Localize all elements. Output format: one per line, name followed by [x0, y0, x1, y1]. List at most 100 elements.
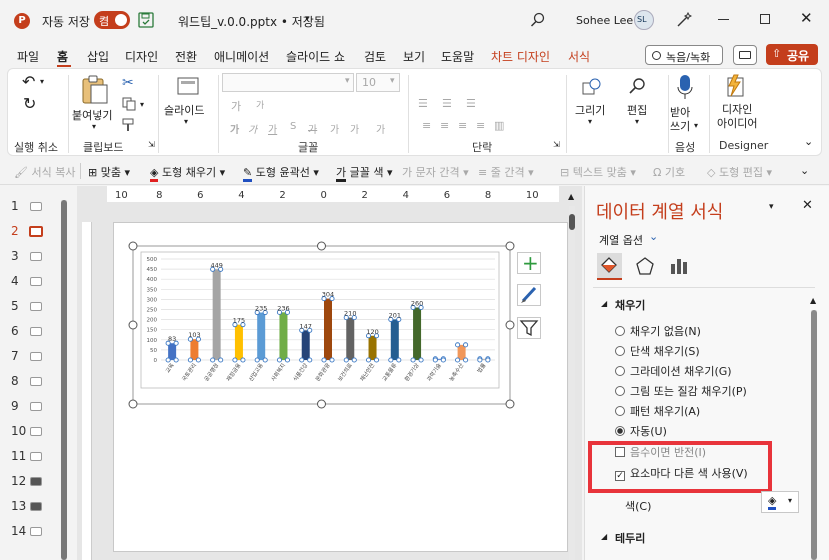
file-name[interactable]: 워드팁_v.0.0.pptx • 저장됨 [178, 13, 325, 30]
fill-option[interactable]: 패턴 채우기(A) [615, 403, 700, 419]
tab-home[interactable]: 홈 [57, 48, 68, 65]
comments-button[interactable] [733, 45, 757, 65]
color-picker-button[interactable]: ◈ ▾ [761, 491, 799, 513]
tab-design[interactable]: 디자인 [125, 48, 158, 65]
tab-review[interactable]: 검토 [364, 48, 386, 65]
bullets-icon[interactable]: ☰ [418, 97, 428, 110]
bar[interactable] [390, 319, 399, 360]
designer-label[interactable]: 디자인 아이디어 [717, 103, 757, 131]
bar-selection-handle[interactable] [432, 357, 438, 363]
text-align-button[interactable]: ⊟ 텍스트 맞춤 ▾ [560, 164, 636, 180]
chart-resize-handle[interactable] [128, 320, 138, 330]
align-left-icon[interactable]: ≡ [422, 119, 431, 132]
underline-icon[interactable]: 가 [268, 121, 277, 136]
undo-dropdown-icon[interactable]: ▾ [40, 77, 44, 86]
shape-fill-button[interactable]: ◈ 도형 채우기 ▾ [150, 164, 225, 182]
workspace-scrollbar-track[interactable] [569, 206, 575, 560]
tab-animations[interactable]: 애니메이션 [214, 48, 269, 65]
slide-number[interactable]: 13 [11, 499, 26, 513]
slide-thumbnail[interactable] [30, 402, 42, 411]
bar-selection-handle[interactable] [343, 357, 349, 363]
undo-icon[interactable]: ↶ [22, 72, 35, 91]
redo-icon[interactable]: ↻ [23, 94, 36, 113]
bar-selection-handle[interactable] [240, 357, 246, 363]
justify-icon[interactable]: ≡ [476, 119, 485, 132]
decrease-font-icon[interactable]: 가 [256, 98, 264, 111]
slide-number[interactable]: 10 [11, 424, 26, 438]
copy-icon[interactable] [122, 97, 136, 111]
slide-thumbnail[interactable] [30, 352, 42, 361]
chart-resize-handle[interactable] [317, 399, 326, 409]
align-button[interactable]: ⊞ 맞춤 ▾ [88, 164, 130, 180]
toolbar-overflow-icon[interactable]: ⌄ [800, 164, 809, 177]
copy-dropdown-icon[interactable]: ▾ [140, 100, 144, 109]
slide-number[interactable]: 11 [11, 449, 26, 463]
chart-resize-handle[interactable] [317, 241, 326, 251]
fill-radio[interactable] [615, 326, 625, 336]
slide-number[interactable]: 14 [11, 524, 26, 538]
slide-thumbnail[interactable] [30, 202, 42, 211]
slide-number[interactable]: 9 [11, 399, 19, 413]
cut-icon[interactable]: ✂ [122, 75, 134, 91]
align-right-icon[interactable]: ≡ [458, 119, 467, 132]
tab-insert[interactable]: 삽입 [87, 48, 109, 65]
font-size-dropdown-icon[interactable]: ▾ [390, 76, 395, 86]
slide-number[interactable]: 2 [11, 224, 19, 238]
edit-search-icon[interactable] [628, 77, 646, 95]
save-icon[interactable] [138, 12, 154, 28]
fill-section-label[interactable]: 채우기 [615, 297, 645, 313]
tab-transitions[interactable]: 전환 [175, 48, 197, 65]
numbering-icon[interactable]: ☰ [442, 97, 452, 110]
pane-options-dropdown-icon[interactable]: ▾ [769, 202, 774, 212]
drawing-dropdown-icon[interactable]: ▾ [588, 117, 592, 126]
chart-resize-handle[interactable] [505, 399, 515, 409]
fill-section-collapse-icon[interactable]: ◢ [601, 299, 607, 308]
series-options-chart-icon[interactable] [669, 256, 689, 276]
drawing-label[interactable]: 그리기 [575, 102, 605, 118]
bar-selection-handle[interactable] [254, 357, 260, 363]
bar-selection-handle[interactable] [299, 357, 305, 363]
chart-styles-button[interactable] [517, 284, 541, 306]
font-color-icon[interactable]: 가 [330, 121, 339, 136]
chart-resize-handle[interactable] [505, 320, 515, 330]
bar[interactable] [234, 324, 243, 360]
bar[interactable] [324, 298, 332, 360]
fill-option[interactable]: 단색 채우기(S) [615, 343, 700, 359]
chart-resize-handle[interactable] [128, 241, 138, 251]
slide-number[interactable]: 3 [11, 249, 19, 263]
slide-thumbnail[interactable] [30, 427, 42, 436]
strikethrough-icon[interactable]: 가 [308, 121, 317, 136]
slide-thumbnail[interactable] [30, 327, 42, 336]
collapse-ribbon-icon[interactable]: ⌄ [804, 135, 813, 148]
tab-help[interactable]: 도움말 [441, 48, 474, 65]
bar-selection-handle[interactable] [321, 357, 327, 363]
bar-selection-handle[interactable] [455, 342, 461, 348]
bar[interactable] [190, 339, 199, 360]
slide-number[interactable]: 12 [11, 474, 26, 488]
slide-number[interactable]: 1 [11, 199, 19, 213]
bar-selection-handle[interactable] [262, 357, 268, 363]
increase-font-icon[interactable]: 가 [231, 98, 241, 114]
bar[interactable] [346, 317, 355, 360]
chart-object[interactable]: 0 50 100 150 200 250 300 350 400 450 500 83 교육 103 국토관… [127, 240, 516, 410]
dictate-label[interactable]: 받아 쓰기 [670, 106, 690, 134]
shape-edit-button[interactable]: ◇ 도형 편집 ▾ [707, 164, 772, 180]
maximize-button[interactable] [760, 14, 770, 24]
tab-view[interactable]: 보기 [403, 48, 425, 65]
bar-selection-handle[interactable] [477, 357, 483, 363]
slide-number[interactable]: 8 [11, 374, 19, 388]
fill-option[interactable]: 채우기 없음(N) [615, 323, 701, 339]
slide-number[interactable]: 5 [11, 299, 19, 313]
slide-number[interactable]: 7 [11, 349, 19, 363]
slide-thumbnail[interactable] [29, 226, 43, 237]
bar-selection-handle[interactable] [173, 357, 179, 363]
edit-label[interactable]: 편집 [627, 102, 647, 118]
thumb-scrollbar-thumb[interactable] [61, 200, 67, 560]
bar-selection-handle[interactable] [307, 357, 313, 363]
bar[interactable] [279, 312, 288, 360]
font-name-input[interactable] [222, 73, 354, 92]
bar[interactable] [301, 330, 310, 360]
bar-selection-handle[interactable] [232, 357, 238, 363]
search-icon[interactable] [530, 12, 545, 27]
bar-selection-handle[interactable] [165, 357, 171, 363]
